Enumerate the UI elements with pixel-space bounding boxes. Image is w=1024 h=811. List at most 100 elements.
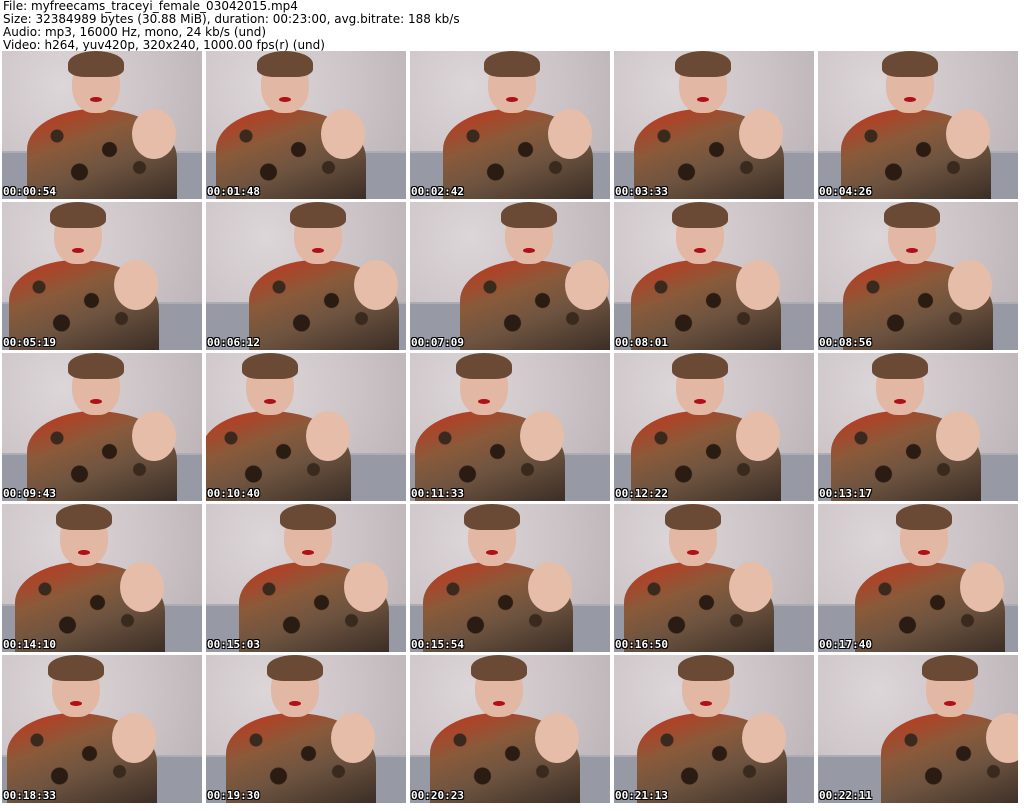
person-lips (694, 248, 706, 253)
video-frame-thumbnail: 00:08:56 (818, 202, 1018, 350)
person-hair (882, 51, 938, 77)
person-shoulder (321, 109, 365, 159)
person-shoulder (331, 713, 375, 763)
person-hair (257, 51, 313, 77)
frame-timestamp: 00:19:30 (207, 789, 260, 802)
frame-timestamp: 00:04:26 (819, 185, 872, 198)
person-hair (672, 202, 728, 228)
person-hair (280, 504, 336, 530)
person-shoulder (736, 411, 780, 461)
person-shoulder (354, 260, 398, 310)
frame-timestamp: 00:21:13 (615, 789, 668, 802)
video-frame-thumbnail: 00:15:54 (410, 504, 610, 652)
video-frame-thumbnail: 00:11:33 (410, 353, 610, 501)
person-lips (478, 399, 490, 404)
person-shoulder (535, 713, 579, 763)
person-shoulder (742, 713, 786, 763)
frame-timestamp: 00:08:01 (615, 336, 668, 349)
frame-timestamp: 00:17:40 (819, 638, 872, 651)
person-lips (72, 248, 84, 253)
person-shoulder (936, 411, 980, 461)
frame-timestamp: 00:05:19 (3, 336, 56, 349)
video-frame-thumbnail: 00:18:33 (2, 655, 202, 803)
frame-timestamp: 00:00:54 (3, 185, 56, 198)
frame-timestamp: 00:10:40 (207, 487, 260, 500)
video-frame-thumbnail: 00:10:40 (206, 353, 406, 501)
video-frame-thumbnail: 00:12:22 (614, 353, 814, 501)
person-shoulder (112, 713, 156, 763)
frame-timestamp: 00:01:48 (207, 185, 260, 198)
person-lips (264, 399, 276, 404)
person-hair (501, 202, 557, 228)
person-hair (665, 504, 721, 530)
person-hair (456, 353, 512, 379)
frame-timestamp: 00:11:33 (411, 487, 464, 500)
person-shoulder (739, 109, 783, 159)
person-lips (694, 399, 706, 404)
person-shoulder (114, 260, 158, 310)
person-shoulder (132, 411, 176, 461)
person-lips (918, 550, 930, 555)
person-hair (50, 202, 106, 228)
person-hair (68, 51, 124, 77)
frame-timestamp: 00:03:33 (615, 185, 668, 198)
person-hair (884, 202, 940, 228)
person-shoulder (729, 562, 773, 612)
person-lips (894, 399, 906, 404)
video-frame-thumbnail: 00:22:11 (818, 655, 1018, 803)
person-hair (464, 504, 520, 530)
frame-timestamp: 00:12:22 (615, 487, 668, 500)
frame-timestamp: 00:13:17 (819, 487, 872, 500)
person-hair (896, 504, 952, 530)
person-hair (672, 353, 728, 379)
person-hair (68, 353, 124, 379)
person-lips (687, 550, 699, 555)
person-hair (242, 353, 298, 379)
person-hair (872, 353, 928, 379)
person-lips (78, 550, 90, 555)
person-lips (302, 550, 314, 555)
video-frame-thumbnail: 00:01:48 (206, 51, 406, 199)
person-shoulder (736, 260, 780, 310)
frame-timestamp: 00:07:09 (411, 336, 464, 349)
thumbnail-grid: 00:00:54 00:01:48 00:02:42 00:03:33 00:04:26… (2, 51, 1022, 811)
video-frame-thumbnail: 00:04:26 (818, 51, 1018, 199)
video-frame-thumbnail: 00:21:13 (614, 655, 814, 803)
frame-timestamp: 00:20:23 (411, 789, 464, 802)
video-frame-thumbnail: 00:14:10 (2, 504, 202, 652)
person-shoulder (520, 411, 564, 461)
frame-timestamp: 00:02:42 (411, 185, 464, 198)
video-frame-thumbnail: 00:07:09 (410, 202, 610, 350)
frame-timestamp: 00:22:11 (819, 789, 872, 802)
video-frame-thumbnail: 00:13:17 (818, 353, 1018, 501)
person-lips (289, 701, 301, 706)
video-frame-thumbnail: 00:16:50 (614, 504, 814, 652)
person-lips (70, 701, 82, 706)
video-frame-thumbnail: 00:20:23 (410, 655, 610, 803)
person-hair (922, 655, 978, 681)
person-hair (678, 655, 734, 681)
person-hair (471, 655, 527, 681)
person-shoulder (946, 109, 990, 159)
person-shoulder (120, 562, 164, 612)
person-shoulder (528, 562, 572, 612)
person-lips (90, 399, 102, 404)
video-frame-thumbnail: 00:09:43 (2, 353, 202, 501)
person-shoulder (960, 562, 1004, 612)
video-frame-thumbnail: 00:03:33 (614, 51, 814, 199)
person-lips (486, 550, 498, 555)
person-shoulder (548, 109, 592, 159)
person-lips (697, 97, 709, 102)
person-hair (267, 655, 323, 681)
person-hair (484, 51, 540, 77)
video-frame-thumbnail: 00:15:03 (206, 504, 406, 652)
frame-timestamp: 00:15:54 (411, 638, 464, 651)
person-lips (904, 97, 916, 102)
frame-timestamp: 00:14:10 (3, 638, 56, 651)
video-frame-thumbnail: 00:00:54 (2, 51, 202, 199)
person-shoulder (565, 260, 609, 310)
person-shoulder (948, 260, 992, 310)
person-lips (506, 97, 518, 102)
person-lips (493, 701, 505, 706)
person-hair (56, 504, 112, 530)
